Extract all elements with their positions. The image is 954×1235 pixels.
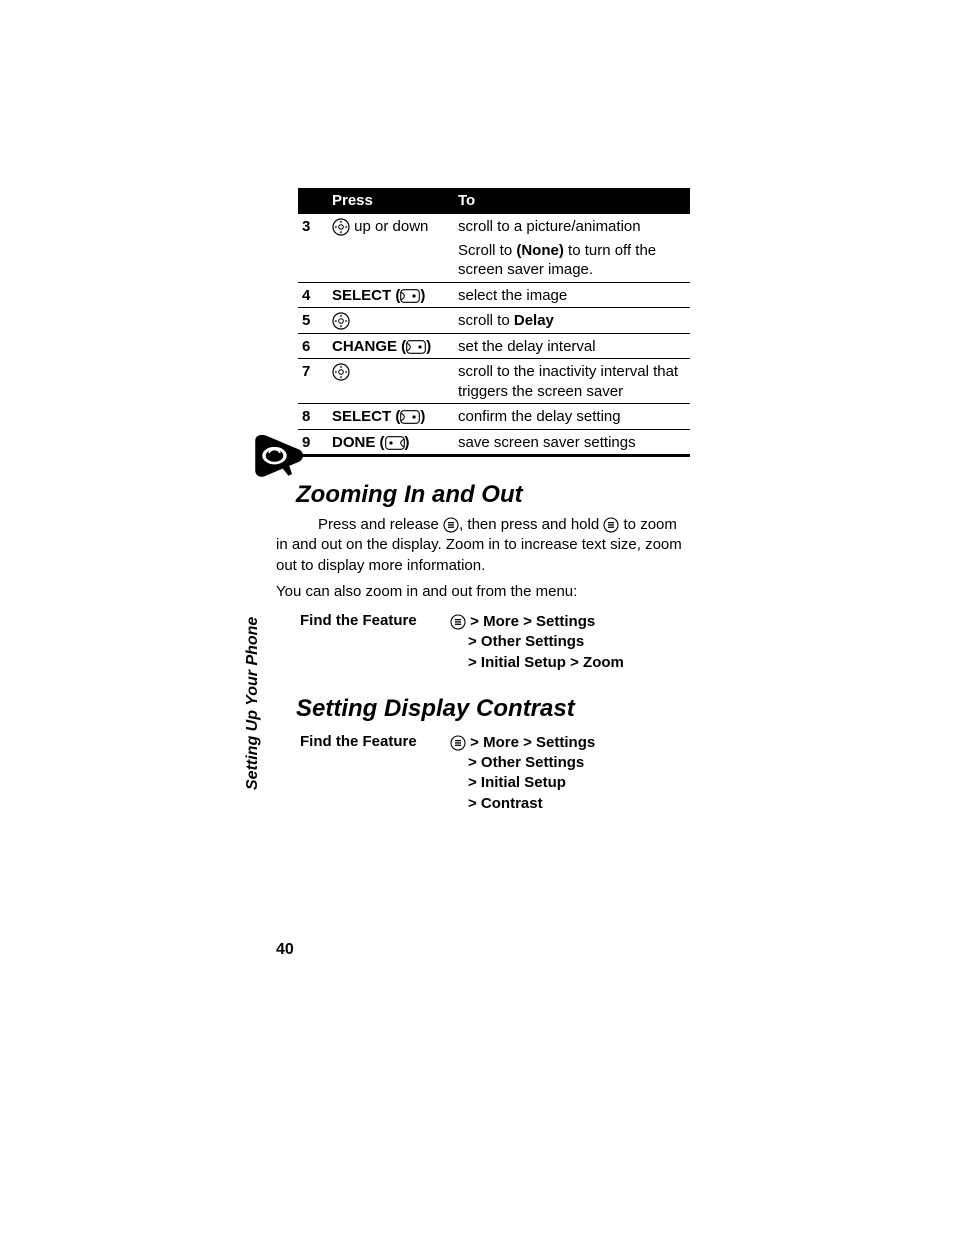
right-softkey-icon [400,410,420,424]
zoom-heading: Zooming In and Out [296,481,688,509]
to-cell: select the image [454,282,690,308]
press-cell: SELECT () [328,282,454,308]
contrast-heading: Setting Display Contrast [296,695,688,723]
table-row: 7 scroll to the inactivity interval that… [298,359,690,404]
ftf-path: > More > Settings > Other Settings > Ini… [450,733,595,814]
step-num: 3 [298,213,328,283]
press-cell: up or down [328,213,454,283]
instruction-table: Press To 3 up or down scroll to a pictur… [298,188,690,457]
zoom-paragraph-2: You can also zoom in and out from the me… [276,582,688,602]
press-cell [328,359,454,404]
to-cell: save screen saver settings [454,429,690,456]
menu-key-icon [603,517,619,533]
press-text: up or down [350,218,428,235]
to-cell: scroll to the inactivity interval that t… [454,359,690,404]
table-row: 4 SELECT () select the image [298,282,690,308]
to-cell: confirm the delay setting [454,404,690,430]
press-cell: SELECT () [328,404,454,430]
right-softkey-icon [406,340,426,354]
nav-key-icon [332,312,350,330]
to-cell: scroll to a picture/animation Scroll to … [454,213,690,283]
step-num: 4 [298,282,328,308]
table-row: 9 DONE () save screen saver settings [298,429,690,456]
to-cell: scroll to Delay [454,308,690,334]
section-side-label: Setting Up Your Phone [244,617,262,790]
find-the-feature-zoom: Find the Feature > More > Settings > Oth… [276,612,688,673]
nav-key-icon [332,363,350,381]
to-cell: set the delay interval [454,333,690,359]
page-number: 40 [276,941,294,959]
step-num: 8 [298,404,328,430]
step-num: 7 [298,359,328,404]
right-softkey-icon [400,289,420,303]
step-num: 6 [298,333,328,359]
step-num: 5 [298,308,328,334]
press-cell [328,308,454,334]
table-row: 3 up or down scroll to a picture/animati… [298,213,690,283]
ftf-label: Find the Feature [300,612,450,629]
find-the-feature-contrast: Find the Feature > More > Settings > Oth… [276,733,688,814]
press-cell: DONE () [328,429,454,456]
feature-icon [250,432,306,493]
ftf-path: > More > Settings > Other Settings > Ini… [450,612,624,673]
col-step [298,188,328,213]
left-softkey-icon [385,436,405,450]
col-press: Press [328,188,454,213]
menu-key-icon [450,735,466,751]
ftf-label: Find the Feature [300,733,450,750]
table-row: 5 scroll to Delay [298,308,690,334]
press-cell: CHANGE () [328,333,454,359]
menu-key-icon [450,614,466,630]
manual-page: Setting Up Your Phone 40 Press To 3 up o… [0,0,954,1235]
col-to: To [454,188,690,213]
table-row: 8 SELECT () confirm the delay setting [298,404,690,430]
table-row: 6 CHANGE () set the delay interval [298,333,690,359]
zoom-paragraph-1: Press and release , then press and hold … [276,515,688,576]
menu-key-icon [443,517,459,533]
nav-key-icon [332,218,350,236]
